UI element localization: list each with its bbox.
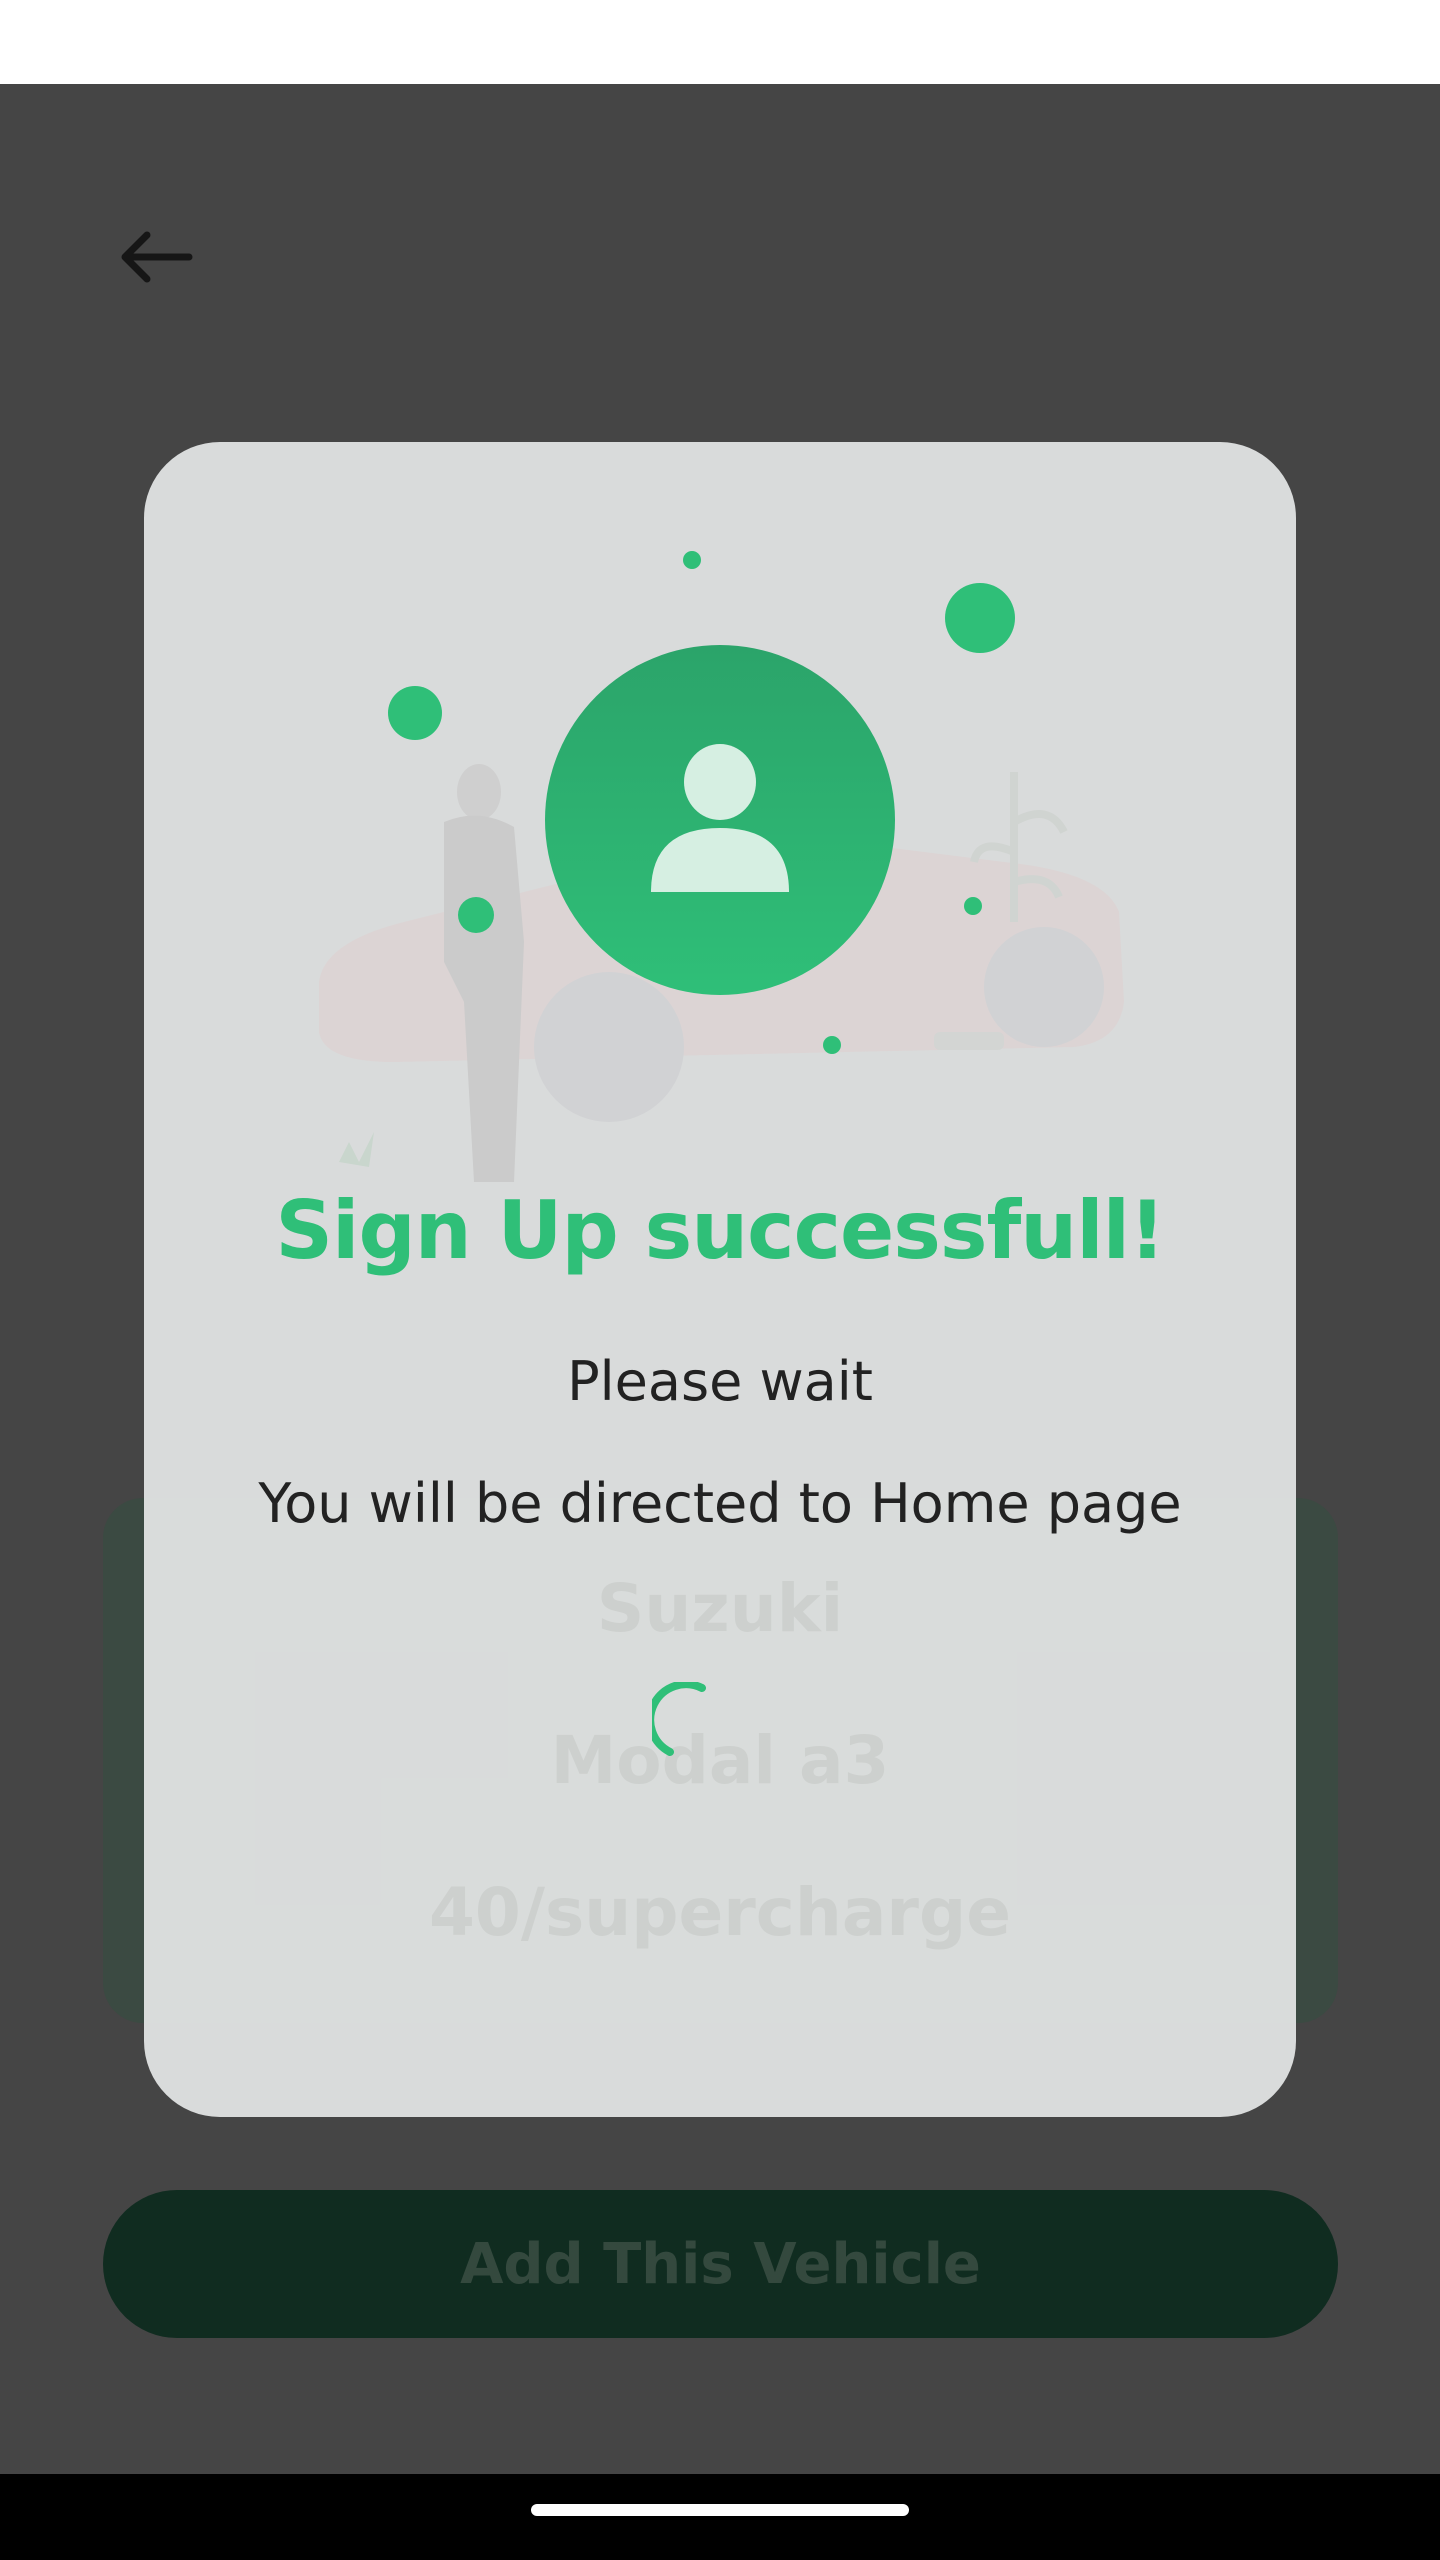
dialog-message-redirect: You will be directed to Home page <box>258 1472 1182 1535</box>
home-indicator[interactable] <box>531 2504 909 2516</box>
decor-dot <box>683 551 701 569</box>
vehicle-make: Suzuki <box>596 1570 844 1647</box>
avatar <box>545 645 895 995</box>
decor-dot <box>964 897 982 915</box>
decor-dot <box>458 897 494 933</box>
add-vehicle-label: Add This Vehicle <box>460 2231 981 2297</box>
back-button[interactable] <box>110 222 200 292</box>
vehicle-charger: 40/supercharge <box>429 1874 1011 1951</box>
status-bar <box>0 0 1440 84</box>
dialog-title: Sign Up successfull! <box>275 1184 1165 1277</box>
decor-dot <box>388 686 442 740</box>
spinner-icon <box>652 1682 706 1756</box>
decor-dot <box>823 1036 841 1054</box>
user-icon <box>651 744 789 892</box>
navigation-bar <box>0 2474 1440 2560</box>
dialog-message-wait: Please wait <box>567 1350 873 1413</box>
arrow-left-icon <box>121 231 193 283</box>
decor-dot <box>945 583 1015 653</box>
add-vehicle-button[interactable]: Add This Vehicle <box>103 2190 1338 2338</box>
success-dialog: Suzuki Modal a3 40/supercharge Sign Up s… <box>144 442 1296 2117</box>
